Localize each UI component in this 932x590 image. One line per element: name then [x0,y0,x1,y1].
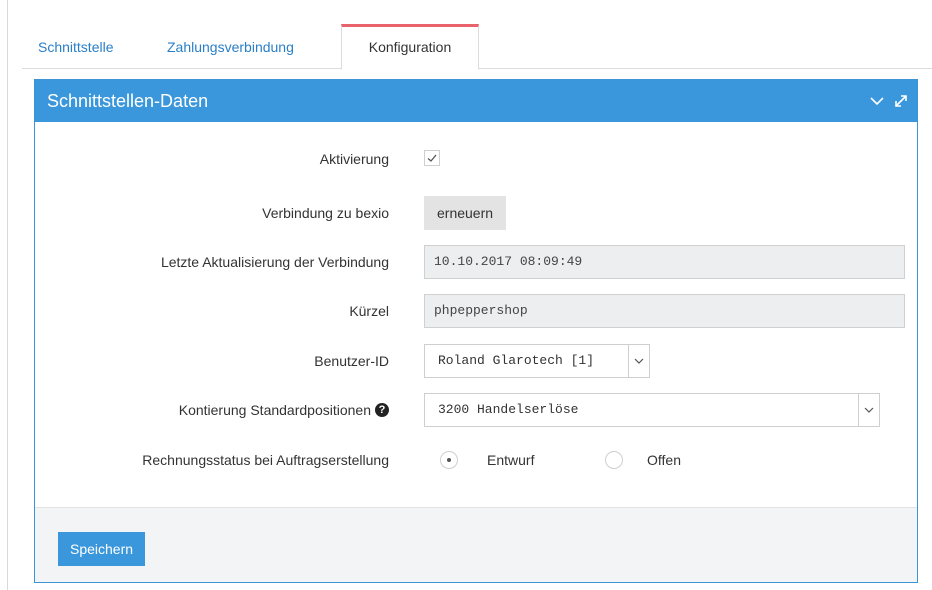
radio-entwurf-label: Entwurf [487,452,535,468]
radio-offen-label: Offen [647,452,681,468]
kuerzel-label: Kürzel [349,303,389,319]
letzte-aktualisierung-field: 10.10.2017 08:09:49 [424,245,905,279]
aktivierung-label: Aktivierung [319,151,389,167]
rechnungsstatus-label: Rechnungsstatus bei Auftragserstellung [142,452,389,468]
aktivierung-checkbox[interactable] [424,150,440,166]
row-verbindung: Verbindung zu bexio erneuern [35,196,917,230]
help-icon[interactable]: ? [375,403,389,418]
letzte-aktualisierung-label: Letzte Aktualisierung der Verbindung [160,254,389,270]
kontierung-select[interactable]: 3200 Handelserlöse [424,393,880,427]
panel-title: Schnittstellen-Daten [47,91,209,111]
tab-bar: Schnittstelle Zahlungsverbindung Konfigu… [22,24,932,70]
benutzer-id-caret [628,345,649,377]
radio-selected-dot [447,458,451,462]
radio-entwurf[interactable] [440,451,458,469]
panel-body: Aktivierung Verbindung zu bexio erneuern… [35,122,917,508]
benutzer-id-value: Roland Glarotech [1] [438,353,595,368]
kontierung-label-text: Kontierung Standardpositionen [178,402,371,418]
panel-header-icons [869,92,909,110]
chevron-down-icon [864,407,874,413]
chevron-down-icon[interactable] [869,93,885,109]
tab-schnittstelle[interactable]: Schnittstelle [38,24,113,68]
kontierung-value: 3200 Handelserlöse [438,402,579,417]
row-kontierung: Kontierung Standardpositionen? 3200 Hand… [35,393,917,427]
kontierung-label: Kontierung Standardpositionen? [179,393,389,427]
save-button[interactable]: Speichern [58,532,146,566]
panel-header: Schnittstellen-Daten [35,80,917,122]
row-aktivierung: Aktivierung [35,142,917,176]
expand-icon[interactable] [893,93,909,109]
verbindung-label: Verbindung zu bexio [262,205,389,221]
left-border [7,0,8,590]
radio-offen[interactable] [605,451,623,469]
checkmark-icon [427,154,437,162]
tab-konfiguration[interactable]: Konfiguration [341,24,479,70]
erneuern-button[interactable]: erneuern [424,196,507,230]
kontierung-caret [858,394,879,426]
row-benutzer-id: Benutzer-ID Roland Glarotech [1] [35,344,917,378]
benutzer-id-label: Benutzer-ID [314,353,389,369]
benutzer-id-select[interactable]: Roland Glarotech [1] [424,344,650,378]
schnittstellen-panel: Schnittstellen-Daten Aktivierung Verbind… [34,79,918,583]
chevron-down-icon [634,358,644,364]
row-rechnungsstatus: Rechnungsstatus bei Auftragserstellung E… [35,443,917,477]
kuerzel-field: phpeppershop [424,294,905,328]
tab-zahlungsverbindung[interactable]: Zahlungsverbindung [167,24,294,68]
row-letzte-aktualisierung: Letzte Aktualisierung der Verbindung 10.… [35,245,917,279]
row-kuerzel: Kürzel phpeppershop [35,294,917,328]
panel-footer: Speichern [35,507,917,582]
